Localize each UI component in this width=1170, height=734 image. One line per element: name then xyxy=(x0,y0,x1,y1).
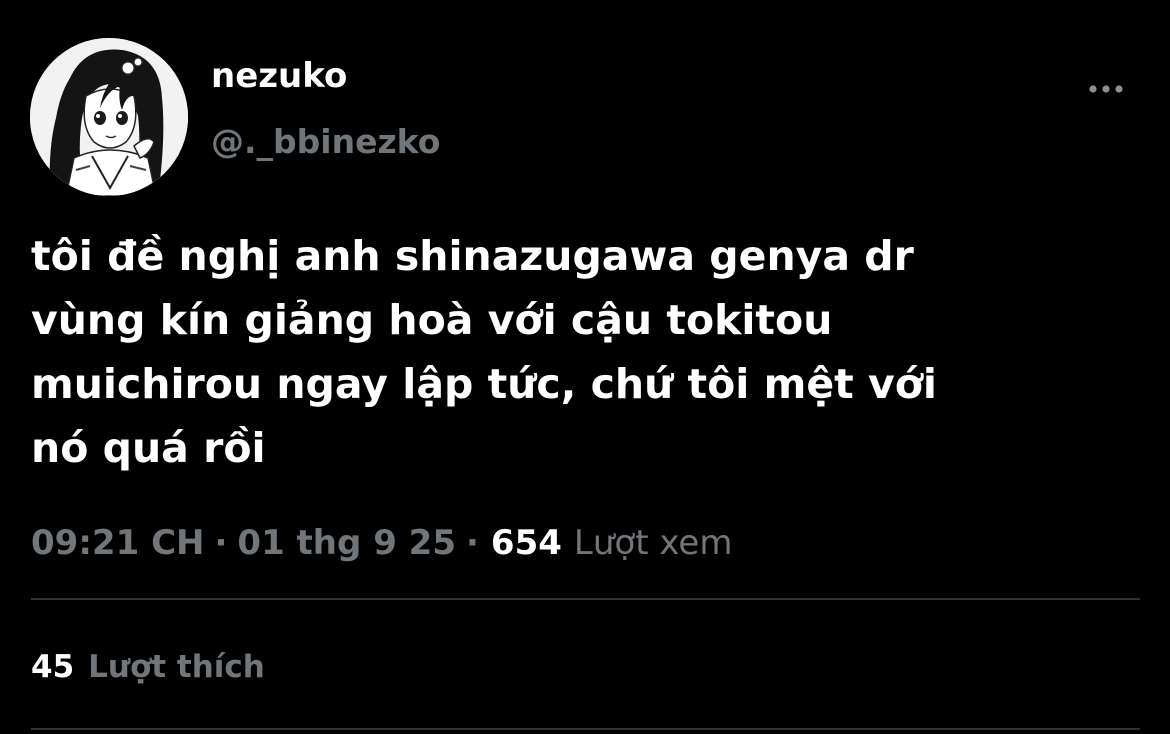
author-display-name[interactable]: nezuko xyxy=(211,56,347,96)
tweet-date[interactable]: 01 thg 9 25 xyxy=(237,518,456,568)
meta-separator: · xyxy=(214,523,228,563)
meta-separator: · xyxy=(466,523,479,563)
tweet-text: tôi đề nghị anh shinazugawa genya dr vùn… xyxy=(31,232,937,472)
tweet-time[interactable]: 09:21 CH xyxy=(31,518,204,568)
likes-count: 45 xyxy=(31,649,75,685)
views-count: 654 xyxy=(490,523,562,563)
views-label: Lượt xem xyxy=(573,523,733,563)
tweet-meta: 09:21 CH · 01 thg 9 25 · 654 Lượt xem xyxy=(31,518,732,568)
avatar[interactable] xyxy=(30,38,188,196)
author-handle[interactable]: @._bbinezko xyxy=(211,122,440,162)
likes-label: Lượt thích xyxy=(88,649,265,685)
more-options-button[interactable] xyxy=(1084,74,1128,104)
divider xyxy=(31,728,1140,730)
likes-link[interactable]: 45 Lượt thích xyxy=(31,644,265,690)
anime-girl-avatar-icon xyxy=(30,38,188,196)
divider xyxy=(31,598,1140,600)
tweet-detail: nezuko @._bbinezko tôi đề nghị anh shina… xyxy=(0,0,1170,734)
more-horizontal-icon xyxy=(1089,85,1123,93)
